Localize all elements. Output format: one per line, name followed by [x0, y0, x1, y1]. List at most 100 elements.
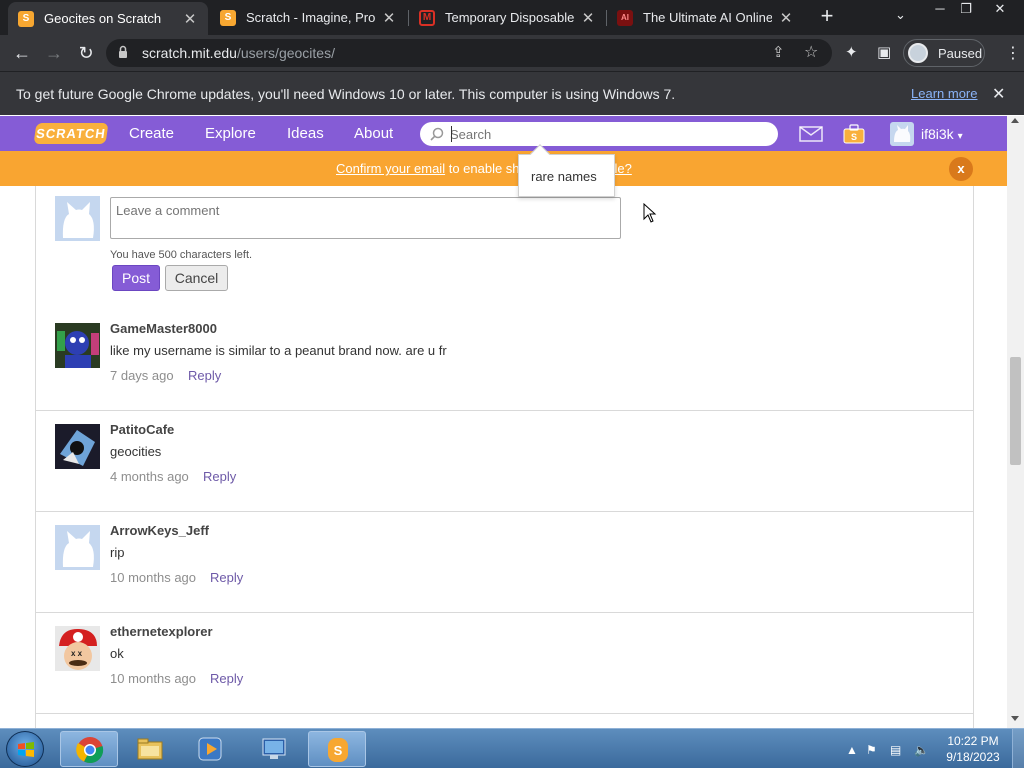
action-center-flag-icon[interactable]: ⚑	[866, 743, 877, 757]
network-computer-icon	[262, 738, 286, 759]
profile-label: Paused	[938, 45, 983, 61]
network-tray-icon[interactable]: ▤	[890, 743, 901, 757]
scroll-up-arrow-icon[interactable]	[1011, 118, 1019, 123]
share-icon[interactable]: ⇪	[772, 43, 785, 61]
reload-icon[interactable]: ↻	[76, 43, 96, 63]
nav-ideas[interactable]: Ideas	[287, 125, 324, 142]
address-bar[interactable]: scratch.mit.edu/users/geocites/ ⇪ ☆	[106, 39, 832, 67]
gamemaster-avatar[interactable]	[55, 323, 100, 368]
chrome-icon	[76, 737, 104, 764]
nav-about[interactable]: About	[354, 125, 393, 142]
confirm-email-message: to enable sh	[445, 161, 520, 176]
mouse-cursor-icon	[643, 203, 657, 223]
back-arrow-icon[interactable]: ←	[12, 43, 32, 63]
confirm-email-banner: Confirm your email to enable sh uble? x	[0, 151, 1007, 186]
search-suggestion-dropdown: rare names	[518, 144, 615, 197]
taskbar-chrome[interactable]	[60, 731, 118, 767]
taskbar-scratch[interactable]: S	[308, 731, 366, 767]
minimize-icon[interactable]: ─	[926, 0, 954, 20]
menu-kebab-icon[interactable]: ⋮	[1005, 43, 1021, 63]
username-menu[interactable]: if8i3k ▾	[921, 126, 963, 142]
nav-explore[interactable]: Explore	[205, 125, 256, 142]
tab-ai-tool[interactable]: AI The Ultimate AI Online To ✕	[607, 0, 804, 35]
comment-username[interactable]: GameMaster8000	[110, 321, 217, 336]
ethernetexplorer-avatar[interactable]: x x	[55, 626, 100, 671]
side-panel-icon[interactable]: ▣	[877, 43, 891, 61]
close-tab-icon[interactable]: ✕	[381, 9, 397, 27]
scroll-down-arrow-icon[interactable]	[1011, 716, 1019, 721]
close-tab-icon[interactable]: ✕	[182, 10, 198, 28]
patitocafe-avatar[interactable]	[55, 424, 100, 469]
tab-geocites[interactable]: S Geocites on Scratch ✕	[8, 2, 208, 35]
url-text: scratch.mit.edu/users/geocites/	[142, 45, 335, 61]
username-text: if8i3k	[921, 126, 954, 142]
scratch-logo[interactable]: SCRATCH	[33, 123, 109, 144]
comment-item: x x ethernetexplorer ok 10 months ago Re…	[36, 613, 973, 714]
url-host: scratch.mit.edu	[142, 45, 237, 61]
comment-item: ArrowKeys_Jeff rip 10 months ago Reply	[36, 512, 973, 613]
close-tab-icon[interactable]: ✕	[580, 9, 596, 27]
window-close-icon[interactable]: ✕	[986, 0, 1014, 20]
profile-avatar	[908, 43, 928, 63]
confirm-email-link[interactable]: Confirm your email	[336, 161, 445, 176]
confirm-email-text: Confirm your email to enable sh uble?	[336, 161, 632, 176]
nav-create[interactable]: Create	[129, 125, 174, 142]
extensions-puzzle-icon[interactable]: ✦	[845, 43, 858, 61]
my-stuff-folder-icon[interactable]: S	[843, 124, 865, 144]
user-avatar[interactable]	[890, 122, 914, 146]
tab-scratch-home[interactable]: S Scratch - Imagine, Progra ✕	[210, 0, 407, 35]
search-icon	[430, 127, 444, 141]
reply-link[interactable]: Reply	[210, 570, 243, 585]
tab-search-chevron-icon[interactable]: ⌄	[895, 7, 906, 23]
current-user-avatar	[55, 196, 100, 241]
tab-title: Geocites on Scratch	[44, 11, 162, 26]
comment-text: geocities	[110, 444, 162, 459]
taskbar-explorer[interactable]	[121, 731, 179, 767]
comment-username[interactable]: ethernetexplorer	[110, 624, 213, 639]
default-cat-avatar-icon	[894, 125, 911, 142]
close-banner-button[interactable]: x	[949, 157, 973, 181]
tab-temp-mail[interactable]: M Temporary Disposable Gr ✕	[409, 0, 606, 35]
taskbar-time[interactable]: 10:22 PM	[938, 734, 1008, 748]
close-tab-icon[interactable]: ✕	[778, 9, 794, 27]
comments-section: You have 500 characters left. Post Cance…	[35, 186, 974, 728]
lock-icon	[119, 45, 127, 58]
reply-link[interactable]: Reply	[203, 469, 236, 484]
reply-link[interactable]: Reply	[188, 368, 221, 383]
taskbar-network-app[interactable]	[245, 731, 303, 767]
profile-button[interactable]: Paused	[903, 39, 985, 67]
forward-arrow-icon[interactable]: →	[44, 43, 64, 63]
tab-title: Scratch - Imagine, Progra	[246, 10, 375, 25]
search-box[interactable]	[420, 122, 778, 146]
comment-username[interactable]: ArrowKeys_Jeff	[110, 523, 209, 538]
comment-username[interactable]: PatitoCafe	[110, 422, 174, 437]
cancel-button[interactable]: Cancel	[165, 265, 228, 291]
search-suggestion-item[interactable]: rare names	[531, 169, 597, 184]
start-button[interactable]	[6, 731, 44, 767]
close-infobar-icon[interactable]: ✕	[992, 84, 1005, 104]
folder-icon	[137, 738, 163, 760]
bookmark-star-icon[interactable]: ☆	[804, 42, 818, 62]
update-infobar: To get future Google Chrome updates, you…	[0, 71, 1024, 115]
reply-link[interactable]: Reply	[210, 671, 243, 686]
comment-input[interactable]	[111, 198, 620, 238]
post-button[interactable]: Post	[112, 265, 160, 291]
show-desktop-button[interactable]	[1012, 729, 1024, 768]
comment-time: 10 months ago	[110, 671, 197, 686]
search-input[interactable]	[450, 125, 760, 143]
taskbar-media-player[interactable]	[181, 731, 239, 767]
scrollbar-thumb[interactable]	[1010, 357, 1021, 465]
comment-item: PatitoCafe geocities 4 months ago Reply	[36, 411, 973, 512]
arrowkeys-avatar[interactable]	[55, 525, 100, 570]
learn-more-link[interactable]: Learn more	[911, 86, 977, 101]
taskbar-date[interactable]: 9/18/2023	[938, 750, 1008, 764]
tab-title: The Ultimate AI Online To	[643, 10, 772, 25]
scratch-app-icon: S	[328, 738, 348, 762]
chevron-down-icon: ▾	[957, 131, 963, 142]
volume-muted-icon[interactable]: 🔈	[914, 743, 929, 757]
svg-text:S: S	[334, 743, 343, 758]
new-tab-icon[interactable]: +	[816, 5, 838, 27]
restore-icon[interactable]: ❐	[952, 0, 980, 20]
show-hidden-icons-icon[interactable]: ▲	[846, 743, 858, 757]
messages-envelope-icon[interactable]	[799, 126, 823, 142]
